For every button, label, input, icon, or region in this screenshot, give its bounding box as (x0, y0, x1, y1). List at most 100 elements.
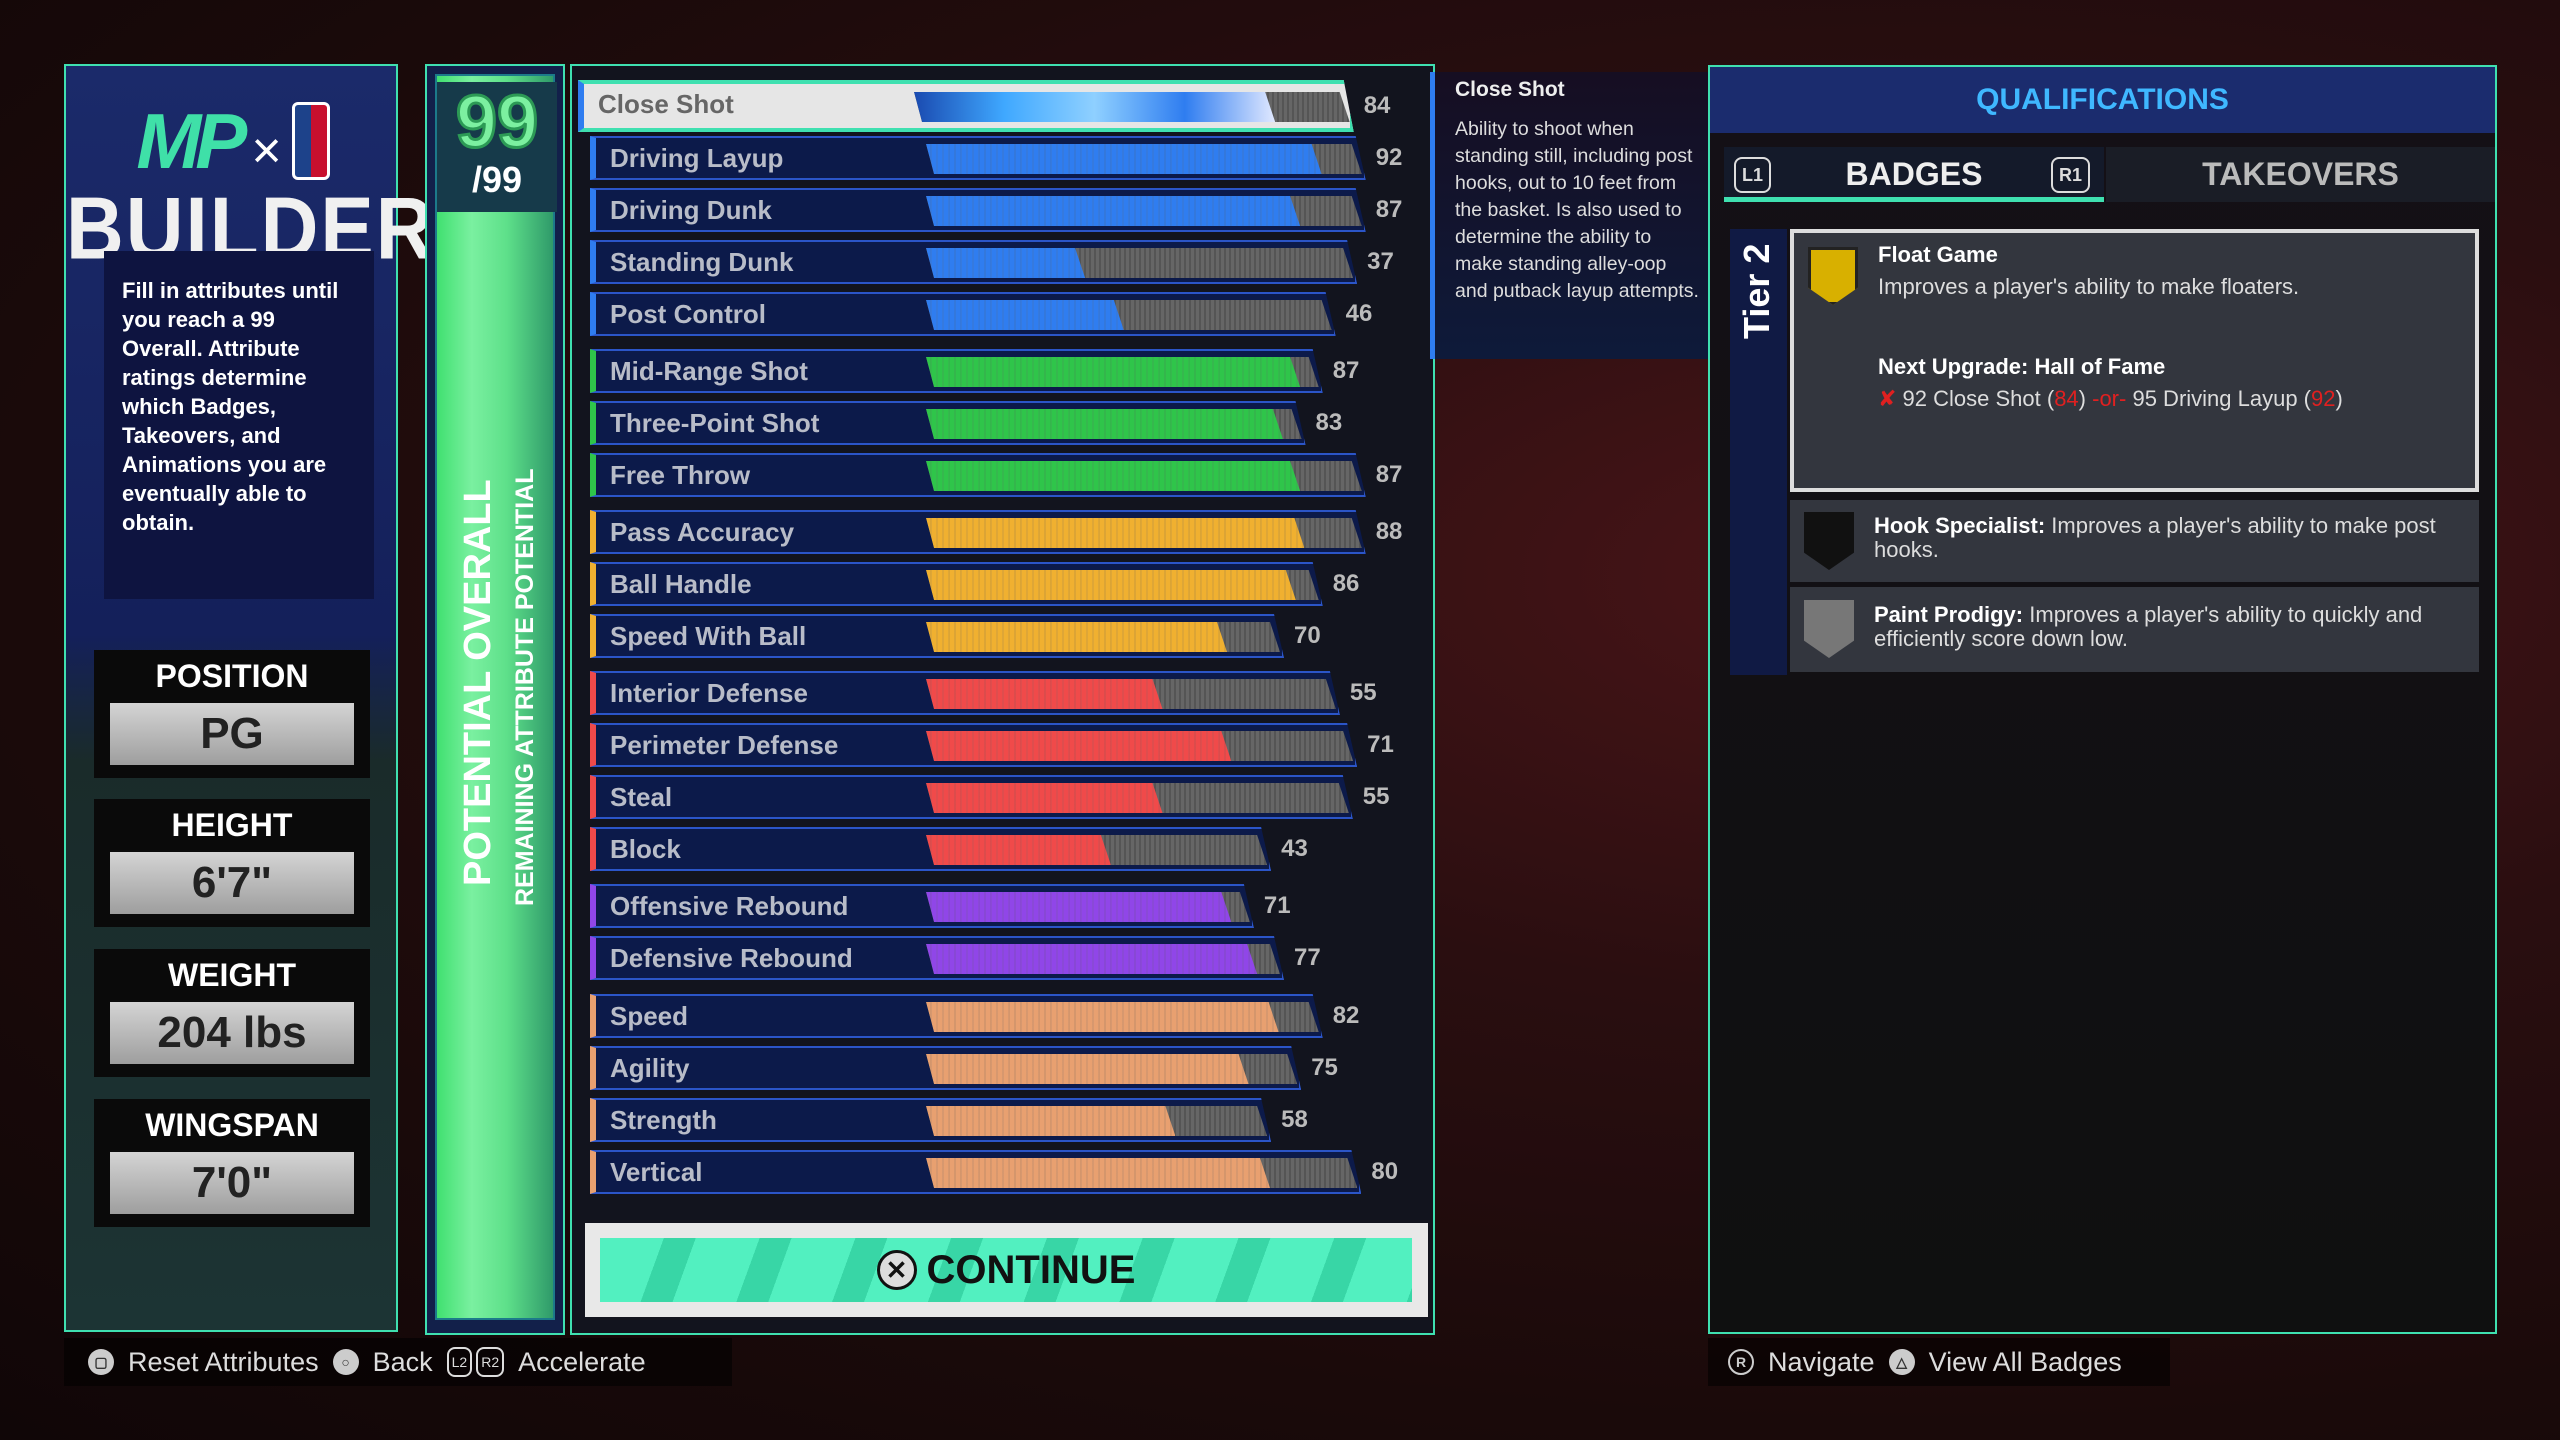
logo-cross: × (251, 122, 282, 180)
weight-stat: WEIGHT 204 lbs (94, 949, 370, 1077)
attribute-potential-track (926, 679, 1336, 709)
attribute-name: Speed With Ball (610, 621, 807, 651)
continue-button[interactable]: ✕ CONTINUE (585, 1223, 1428, 1317)
remaining-potential-label: REMAINING ATTRIBUTE POTENTIAL (511, 468, 539, 906)
attribute-potential-track (926, 783, 1349, 813)
attribute-value-fill (926, 409, 1283, 439)
attribute-row[interactable]: Free Throw (590, 453, 1366, 497)
attribute-value: 83 (1315, 409, 1343, 436)
stat-value: 6'7" (110, 852, 354, 914)
attribute-value-fill (926, 783, 1163, 813)
tab-badges[interactable]: L1 BADGES R1 (1724, 147, 2104, 202)
attribute-value: 82 (1332, 1002, 1360, 1029)
attribute-row[interactable]: Speed (590, 994, 1323, 1038)
attribute-row[interactable]: Post Control (590, 292, 1336, 336)
attribute-name: Free Throw (610, 460, 751, 490)
badge-desc: Improves a player's ability to make floa… (1878, 274, 2300, 299)
stat-value: 204 lbs (110, 1002, 354, 1064)
mp-logo: MP (136, 97, 247, 185)
badge-name: Float Game (1878, 242, 1998, 267)
tab-label: TAKEOVERS (2202, 156, 2399, 192)
attribute-row[interactable]: Mid-Range Shot (590, 349, 1323, 393)
attribute-row[interactable]: Defensive Rebound (590, 936, 1284, 980)
attribute-potential-track (914, 92, 1350, 122)
stat-label: WEIGHT (168, 957, 296, 993)
attribute-value-fill (926, 300, 1124, 330)
req2-current: 92 (2311, 386, 2336, 411)
attribute-row[interactable]: Pass Accuracy (590, 510, 1366, 554)
attribute-row[interactable]: Strength (590, 1098, 1271, 1142)
footer-controls-right: R Navigate △ View All Badges (1708, 1338, 2170, 1386)
tooltip-body: Ability to shoot when standing still, in… (1455, 118, 1699, 302)
attribute-value-fill (926, 679, 1163, 709)
attribute-row[interactable]: Ball Handle (590, 562, 1323, 606)
attribute-value-fill (926, 835, 1111, 865)
continue-label: CONTINUE (926, 1247, 1136, 1292)
attribute-potential-track (926, 300, 1332, 330)
attribute-potential-track (926, 892, 1250, 922)
attribute-potential-track (926, 835, 1267, 865)
req1: 92 Close Shot ( (1902, 386, 2055, 411)
potential-fill: 99 /99 POTENTIAL OVERALL REMAINING ATTRI… (435, 74, 557, 1320)
attribute-potential-track (926, 1158, 1357, 1188)
attribute-value: 77 (1294, 944, 1321, 971)
attribute-name: Driving Layup (610, 143, 784, 173)
reset-attributes-button[interactable]: Reset Attributes (128, 1347, 319, 1378)
attribute-tooltip: Close Shot Ability to shoot when standin… (1430, 72, 1723, 359)
attribute-name: Perimeter Defense (610, 730, 839, 760)
attribute-potential-track (926, 357, 1319, 387)
attribute-potential-track (926, 1054, 1297, 1084)
attribute-row[interactable]: Three-Point Shot (590, 401, 1306, 445)
attribute-value: 92 (1375, 144, 1403, 171)
stat-label: POSITION (155, 658, 309, 694)
attribute-row[interactable]: Perimeter Defense (590, 723, 1357, 767)
navigate-button[interactable]: Navigate (1768, 1347, 1875, 1378)
next-upgrade: Next Upgrade: Hall of Fame (1878, 354, 2166, 379)
attribute-row[interactable]: Steal (590, 775, 1353, 819)
attribute-value: 70 (1294, 622, 1321, 649)
tab-takeovers[interactable]: TAKEOVERS (2106, 147, 2495, 202)
attribute-row[interactable]: Driving Dunk (590, 188, 1366, 232)
attribute-value-fill (926, 248, 1085, 278)
attribute-potential-track (926, 731, 1353, 761)
accelerate-button[interactable]: Accelerate (518, 1347, 646, 1378)
attribute-value: 86 (1332, 570, 1360, 597)
attributes-panel: Close Shot 84 Driving Layup 92 Driving Dun… (570, 64, 1435, 1335)
attribute-value: 58 (1281, 1106, 1308, 1133)
intro-text: Fill in attributes until you reach a 99 … (104, 251, 374, 599)
paren: ) (2335, 386, 2343, 411)
back-button[interactable]: Back (373, 1347, 433, 1378)
attribute-row[interactable]: Close Shot (578, 80, 1354, 132)
attribute-value: 71 (1367, 731, 1394, 758)
attribute-row[interactable]: Interior Defense (590, 671, 1340, 715)
r1-button-icon: R1 (2050, 157, 2090, 193)
height-stat: HEIGHT 6'7" (94, 799, 370, 927)
attribute-row[interactable]: Driving Layup (590, 136, 1366, 180)
right-stick-icon: R (1728, 1349, 1754, 1375)
attribute-potential-track (926, 518, 1362, 548)
attribute-row[interactable]: Speed With Ball (590, 614, 1284, 658)
attribute-row[interactable]: Block (590, 827, 1271, 871)
req2: 95 Driving Layup ( (2132, 386, 2312, 411)
attribute-name: Driving Dunk (610, 195, 772, 225)
attribute-name: Agility (610, 1053, 690, 1083)
attribute-name: Steal (610, 782, 673, 812)
attribute-value: 43 (1281, 835, 1308, 862)
potential-overall: 99 /99 (437, 80, 557, 212)
stat-value: PG (110, 703, 354, 765)
badge-float-game[interactable]: Float Game Improves a player's ability t… (1790, 229, 2479, 492)
square-button-icon: ▢ (88, 1349, 114, 1375)
attribute-value-fill (926, 357, 1300, 387)
attribute-row[interactable]: Standing Dunk (590, 240, 1357, 284)
attribute-name: Vertical (610, 1157, 703, 1187)
attribute-row[interactable]: Vertical (590, 1150, 1361, 1194)
attribute-name: Defensive Rebound (610, 943, 853, 973)
attribute-row[interactable]: Agility (590, 1046, 1301, 1090)
attribute-name: Ball Handle (610, 569, 752, 599)
badge-paint-prodigy[interactable]: Paint Prodigy: Improves a player's abili… (1790, 587, 2479, 672)
attribute-row[interactable]: Offensive Rebound (590, 884, 1254, 928)
attribute-name: Standing Dunk (610, 247, 794, 277)
badge-hook-specialist[interactable]: Hook Specialist: Improves a player's abi… (1790, 500, 2479, 582)
view-all-badges-button[interactable]: View All Badges (1929, 1347, 2122, 1378)
hook-specialist-badge-icon (1804, 512, 1854, 570)
